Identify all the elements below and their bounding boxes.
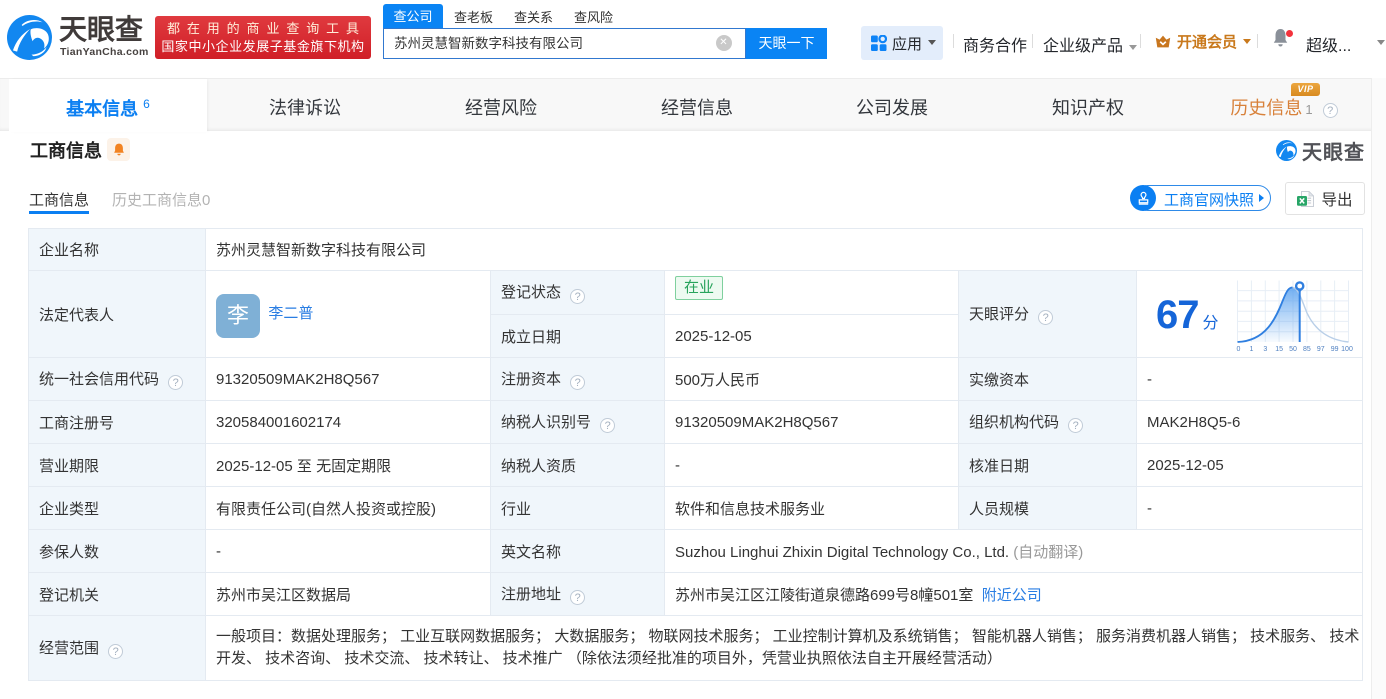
svg-text:3: 3 xyxy=(1263,346,1267,353)
svg-text:50: 50 xyxy=(1289,346,1297,353)
svg-text:99: 99 xyxy=(1331,346,1339,353)
svg-text:97: 97 xyxy=(1317,346,1325,353)
svg-text:85: 85 xyxy=(1303,346,1311,353)
svg-text:100: 100 xyxy=(1341,346,1353,353)
svg-text:0: 0 xyxy=(1237,346,1241,353)
svg-text:1: 1 xyxy=(1249,346,1253,353)
svg-text:15: 15 xyxy=(1275,346,1283,353)
